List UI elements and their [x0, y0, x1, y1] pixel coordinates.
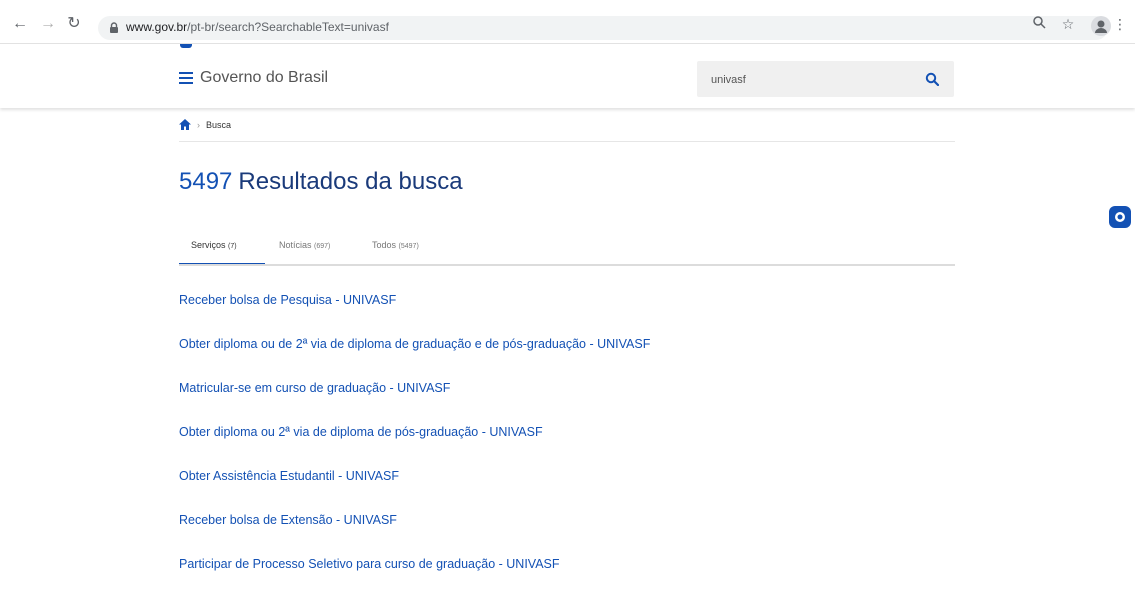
home-icon[interactable]	[179, 119, 191, 130]
results-count: 5497	[179, 168, 233, 195]
result-link[interactable]: Participar de Processo Seletivo para cur…	[179, 557, 560, 571]
result-link[interactable]: Obter diploma ou 2ª via de diploma de pó…	[179, 425, 543, 439]
breadcrumb: › Busca	[179, 119, 231, 130]
result-link[interactable]: Obter diploma ou de 2ª via de diploma de…	[179, 337, 650, 351]
logo-fragment	[180, 44, 192, 48]
url-host: www.gov.br	[126, 20, 188, 34]
lock-icon	[110, 22, 118, 33]
results-title-label: Resultados da busca	[238, 168, 463, 195]
breadcrumb-separator-icon: ›	[197, 119, 200, 130]
result-link[interactable]: Matricular-se em curso de graduação - UN…	[179, 381, 450, 395]
browser-toolbar: ← → ↻ www.gov.br/pt-br/search?Searchable…	[0, 0, 1135, 44]
divider	[179, 141, 955, 142]
tab-count: (7)	[228, 243, 237, 250]
tab-servicos[interactable]: Serviços (7)	[191, 240, 237, 264]
tabs-divider	[179, 264, 955, 266]
tab-label: Todos	[372, 240, 397, 250]
zoom-icon[interactable]	[1029, 14, 1049, 34]
site-header: Governo do Brasil	[0, 44, 1135, 108]
search-input[interactable]	[709, 70, 913, 90]
result-link[interactable]: Receber bolsa de Extensão - UNIVASF	[179, 513, 397, 527]
result-link[interactable]: Obter Assistência Estudantil - UNIVASF	[179, 469, 399, 483]
forward-icon[interactable]: →	[38, 14, 58, 34]
url-text: www.gov.br/pt-br/search?SearchableText=u…	[126, 20, 389, 34]
tab-count: (697)	[314, 243, 331, 250]
tab-label: Serviços	[191, 240, 226, 250]
breadcrumb-current: Busca	[206, 119, 232, 130]
back-icon[interactable]: ←	[10, 14, 30, 34]
tab-count: (5497)	[398, 243, 419, 250]
url-path: /pt-br/search?SearchableText=univasf	[187, 20, 389, 34]
reload-icon[interactable]: ↻	[64, 14, 84, 34]
bookmark-star-icon[interactable]: ☆	[1058, 14, 1078, 34]
profile-avatar-icon[interactable]	[1091, 16, 1111, 36]
result-link[interactable]: Receber bolsa de Pesquisa - UNIVASF	[179, 293, 396, 307]
hand-icon	[1115, 212, 1125, 222]
accessibility-widget-button[interactable]	[1109, 206, 1131, 228]
search-box	[697, 61, 954, 97]
site-title[interactable]: Governo do Brasil	[200, 69, 328, 87]
tab-todos[interactable]: Todos (5497)	[372, 240, 419, 264]
address-bar[interactable]: www.gov.br/pt-br/search?SearchableText=u…	[98, 16, 1108, 40]
page-title: 5497 Resultados da busca	[179, 168, 463, 196]
search-icon[interactable]	[925, 72, 939, 86]
hamburger-menu-icon[interactable]	[179, 72, 193, 84]
tab-label: Notícias	[279, 240, 312, 250]
tab-noticias[interactable]: Notícias (697)	[279, 240, 330, 264]
more-menu-icon[interactable]: ⋮	[1113, 14, 1127, 34]
